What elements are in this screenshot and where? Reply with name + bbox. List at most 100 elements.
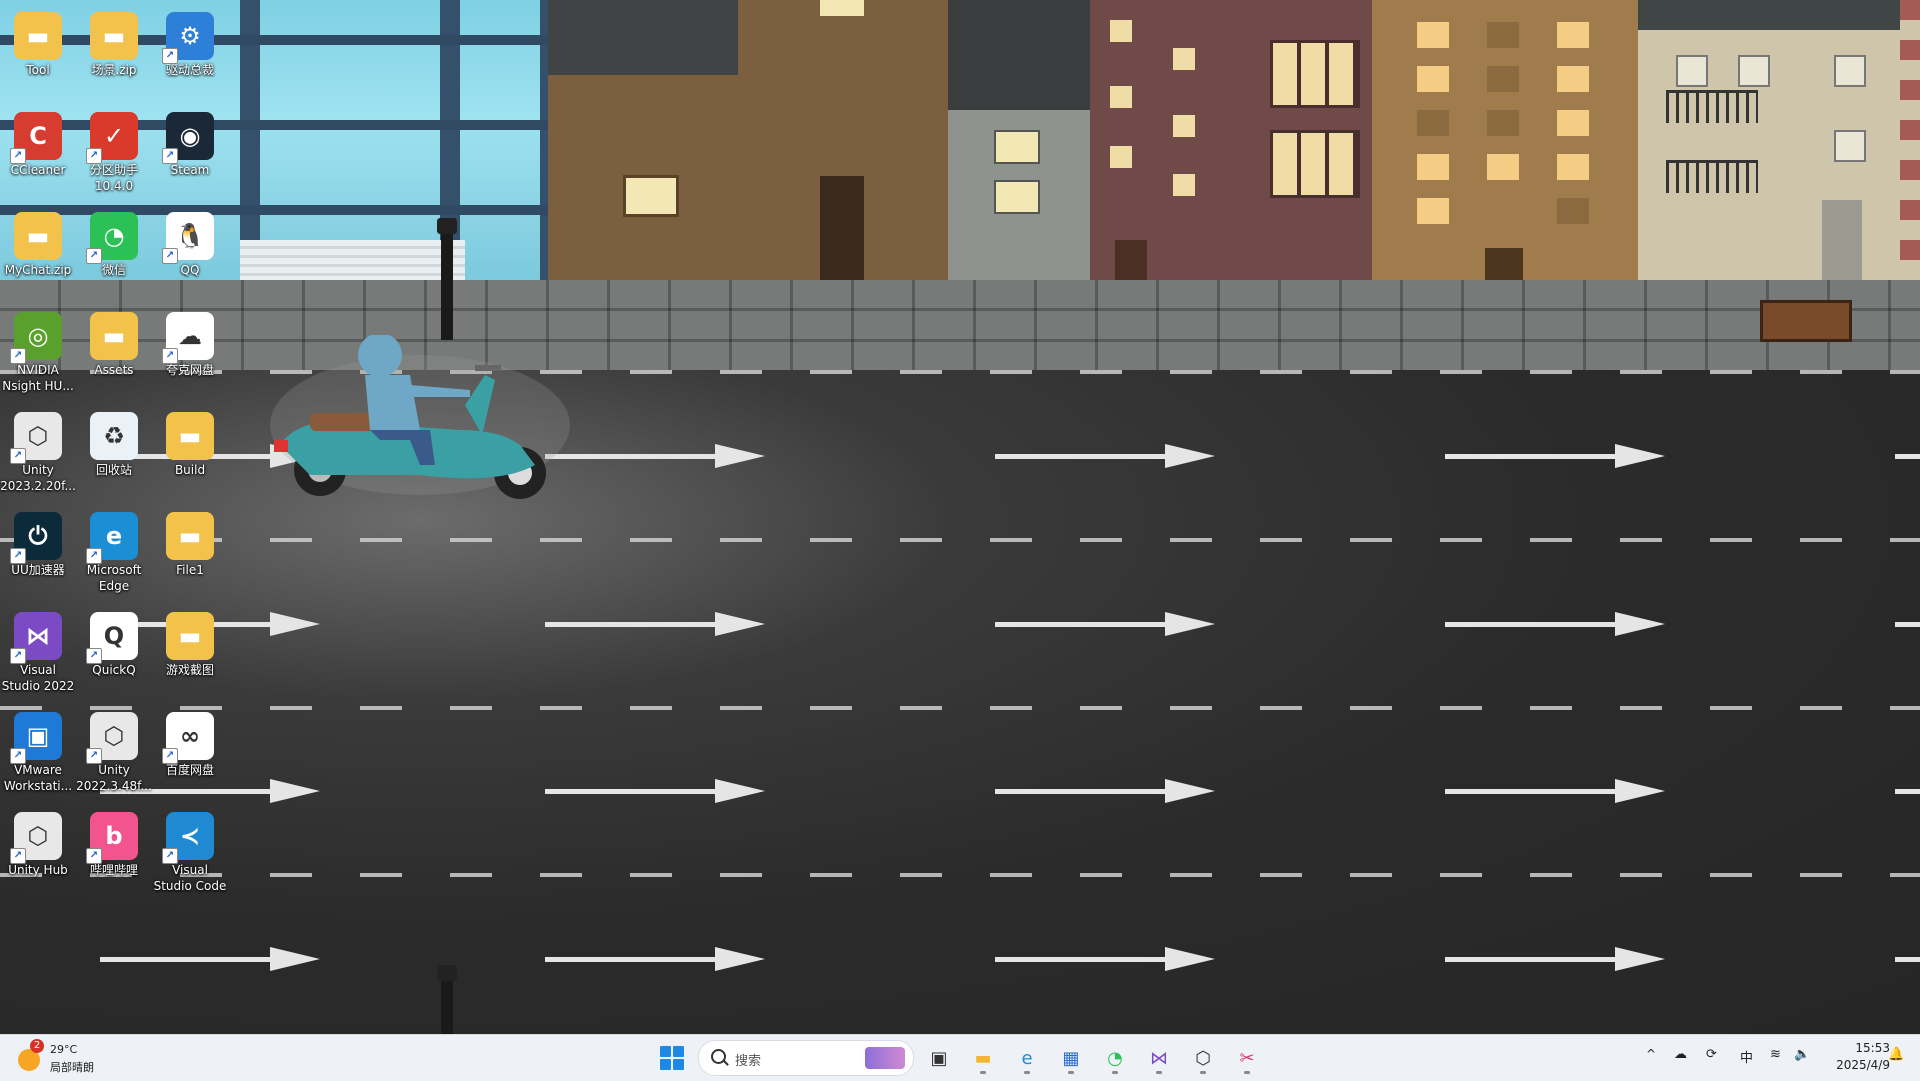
shortcut-arrow-icon: ↗ bbox=[162, 748, 178, 764]
unity-2023-icon: ⬡ ↗ bbox=[10, 412, 62, 464]
vmware-icon: ▣ ↗ bbox=[10, 712, 62, 764]
desktop-icon-build[interactable]: ▬ Build bbox=[152, 408, 228, 478]
clock[interactable]: 15:53 2025/4/9 bbox=[1820, 1040, 1890, 1074]
desktop-icon-label: MyChat.zip bbox=[4, 263, 72, 277]
desktop-icon-ccleaner[interactable]: C ↗ CCleaner bbox=[0, 108, 76, 178]
show-hidden-icons-chevron[interactable]: ^ bbox=[1646, 1047, 1656, 1061]
unity-icon: ⬡ bbox=[1195, 1047, 1211, 1069]
shortcut-arrow-icon: ↗ bbox=[10, 748, 26, 764]
desktop-icon-vmware[interactable]: ▣ ↗ VMware Workstati... bbox=[0, 708, 76, 794]
desktop-icon-nvidia-nsight[interactable]: ◎ ↗ NVIDIA Nsight HU... bbox=[0, 308, 76, 394]
onedrive-icon[interactable]: ☁ bbox=[1674, 1047, 1687, 1062]
microsoft-store-icon: ▦ bbox=[1062, 1047, 1080, 1069]
search-highlight-icon bbox=[865, 1047, 905, 1069]
taskbar-app-unity[interactable]: ⬡ bbox=[1186, 1041, 1220, 1075]
shortcut-arrow-icon: ↗ bbox=[162, 148, 178, 164]
start-button[interactable] bbox=[660, 1046, 684, 1070]
build-icon: ▬ bbox=[166, 412, 214, 460]
weather-condition: 局部晴朗 bbox=[50, 1061, 94, 1074]
baidu-netdisk-icon: ∞ ↗ bbox=[162, 712, 214, 764]
desktop-icon-game-screenshots[interactable]: ▬ 游戏截图 bbox=[152, 608, 228, 678]
quark-drive-icon: ☁ ↗ bbox=[162, 312, 214, 364]
desktop-icon-label: QQ bbox=[180, 263, 200, 277]
brown-building bbox=[548, 0, 948, 280]
desktop-icon-label: 回收站 bbox=[95, 463, 132, 477]
assets-icon: ▬ bbox=[90, 312, 138, 360]
desktop-icon-label: 分区助手 10.4.0 bbox=[89, 163, 138, 193]
desktop-icon-baidu-netdisk[interactable]: ∞ ↗ 百度网盘 bbox=[152, 708, 228, 778]
shortcut-arrow-icon: ↗ bbox=[10, 448, 26, 464]
edge-icon: e bbox=[1021, 1047, 1033, 1069]
desktop-icon-uu-accelerator[interactable]: ⏻ ↗ UU加速器 bbox=[0, 508, 76, 578]
desktop-icon-label: 游戏截图 bbox=[165, 663, 214, 677]
taskbar-app-file-explorer[interactable]: ▬ bbox=[966, 1041, 1000, 1075]
unity-2022-icon: ⬡ ↗ bbox=[86, 712, 138, 764]
shortcut-arrow-icon: ↗ bbox=[86, 648, 102, 664]
desktop-icon-tool[interactable]: ▬ Tool bbox=[0, 8, 76, 78]
taskbar-app-visual-studio[interactable]: ⋈ bbox=[1142, 1041, 1176, 1075]
shortcut-arrow-icon: ↗ bbox=[10, 848, 26, 864]
desktop-icon-label: Build bbox=[174, 463, 206, 477]
taskbar-app-wechat[interactable]: ◔ bbox=[1098, 1041, 1132, 1075]
desktop-icon-quark-drive[interactable]: ☁ ↗ 夸克网盘 bbox=[152, 308, 228, 378]
desktop-icon-label: Microsoft Edge bbox=[86, 563, 142, 593]
desktop-icon-visual-studio[interactable]: ⋈ ↗ Visual Studio 2022 bbox=[0, 608, 76, 694]
desktop-icon-steam[interactable]: ◉ ↗ Steam bbox=[152, 108, 228, 178]
desktop-icon-wechat[interactable]: ◔ ↗ 微信 bbox=[76, 208, 152, 278]
desktop-icon-unity-hub[interactable]: ⬡ ↗ Unity Hub bbox=[0, 808, 76, 878]
desktop-icon-driver-master[interactable]: ⚙ ↗ 驱动总裁 bbox=[152, 8, 228, 78]
wifi-icon[interactable]: ≋ bbox=[1770, 1047, 1781, 1062]
street-lamp bbox=[441, 230, 453, 340]
desktop-icon-partition-assistant[interactable]: ✓ ↗ 分区助手 10.4.0 bbox=[76, 108, 152, 194]
desktop-icon-unity-2023[interactable]: ⬡ ↗ Unity 2023.2.20f... bbox=[0, 408, 76, 494]
desktop-icon-label: Steam bbox=[170, 163, 210, 177]
notification-bell-icon[interactable]: 🔔 bbox=[1888, 1047, 1904, 1062]
ime-indicator[interactable]: 中 bbox=[1740, 1047, 1753, 1066]
desktop-icon-qq[interactable]: 🐧 ↗ QQ bbox=[152, 208, 228, 278]
desktop-icon-mychat-zip[interactable]: ▬ MyChat.zip bbox=[0, 208, 76, 278]
running-indicator bbox=[1244, 1071, 1250, 1074]
shortcut-arrow-icon: ↗ bbox=[10, 148, 26, 164]
desktop-icon-quickq[interactable]: Q ↗ QuickQ bbox=[76, 608, 152, 678]
desktop-icon-label: 驱动总裁 bbox=[165, 63, 214, 77]
desktop-icon-label: QuickQ bbox=[92, 663, 136, 677]
snipping-tool-icon: ✂ bbox=[1239, 1047, 1255, 1069]
taskbar-app-microsoft-store[interactable]: ▦ bbox=[1054, 1041, 1088, 1075]
shortcut-arrow-icon: ↗ bbox=[86, 148, 102, 164]
search-placeholder: 搜索 bbox=[735, 1054, 762, 1069]
ccleaner-icon: C ↗ bbox=[10, 112, 62, 164]
running-indicator bbox=[1200, 1071, 1206, 1074]
bilibili-icon: b ↗ bbox=[86, 812, 138, 864]
taskbar-app-snipping-tool[interactable]: ✂ bbox=[1230, 1041, 1264, 1075]
desktop-icon-bilibili[interactable]: b ↗ 哔哩哔哩 bbox=[76, 808, 152, 878]
grey-building bbox=[948, 0, 1090, 300]
desktop-icon-label: Unity Hub bbox=[8, 863, 68, 877]
game-screenshots-icon: ▬ bbox=[166, 612, 214, 660]
desktop-icon-recycle-bin[interactable]: ♻ 回收站 bbox=[76, 408, 152, 478]
qq-icon: 🐧 ↗ bbox=[162, 212, 214, 264]
running-indicator bbox=[1068, 1071, 1074, 1074]
volume-icon[interactable]: 🔈 bbox=[1794, 1047, 1810, 1062]
desktop-icon-assets[interactable]: ▬ Assets bbox=[76, 308, 152, 378]
running-indicator bbox=[1156, 1071, 1162, 1074]
desktop-icon-edge[interactable]: e ↗ Microsoft Edge bbox=[76, 508, 152, 594]
scooter-rider bbox=[270, 335, 570, 499]
tan-building bbox=[1372, 0, 1638, 295]
weather-widget[interactable]: 2 29°C 局部晴朗 bbox=[18, 1039, 118, 1075]
lane-marking bbox=[0, 873, 1920, 877]
desktop-icon-unity-2022[interactable]: ⬡ ↗ Unity 2022.3.48f... bbox=[76, 708, 152, 794]
desktop-icon-file1[interactable]: ▬ File1 bbox=[152, 508, 228, 578]
taskbar-app-task-view[interactable]: ▣ bbox=[922, 1041, 956, 1075]
running-indicator bbox=[980, 1071, 986, 1074]
desktop-icon-vscode[interactable]: ≺ ↗ Visual Studio Code bbox=[152, 808, 228, 894]
driver-master-icon: ⚙ ↗ bbox=[162, 12, 214, 64]
taskbar-app-edge[interactable]: e bbox=[1010, 1041, 1044, 1075]
desktop-icon-scene-zip[interactable]: ▬ 场景.zip bbox=[76, 8, 152, 78]
sync-icon[interactable]: ⟳ bbox=[1706, 1047, 1717, 1062]
maroon-building bbox=[1090, 0, 1372, 290]
nvidia-nsight-icon: ◎ ↗ bbox=[10, 312, 62, 364]
taskbar-search-box[interactable]: 搜索 bbox=[698, 1040, 914, 1076]
weather-temperature: 29°C bbox=[50, 1043, 78, 1056]
shortcut-arrow-icon: ↗ bbox=[162, 48, 178, 64]
partition-assistant-icon: ✓ ↗ bbox=[86, 112, 138, 164]
